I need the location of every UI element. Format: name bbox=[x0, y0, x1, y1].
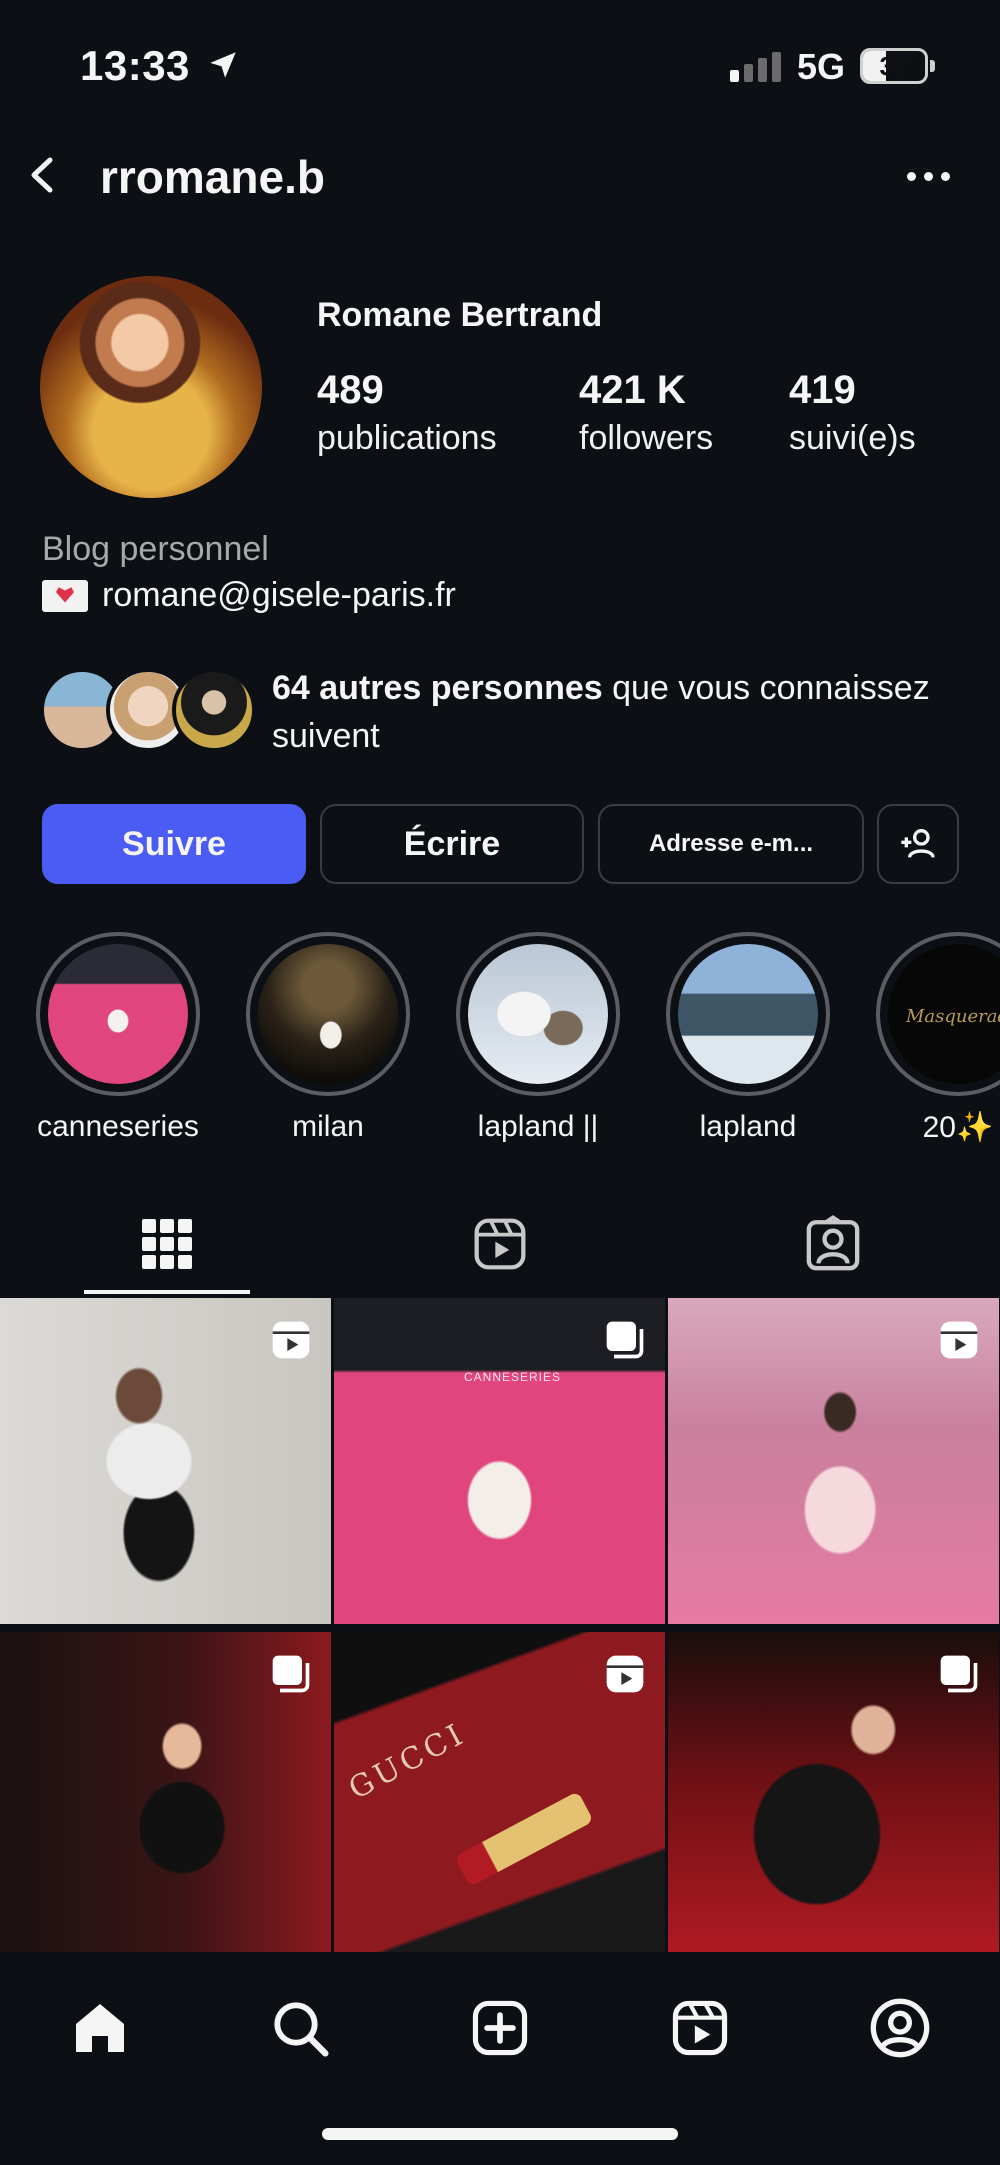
highlight-image: Masquerade B bbox=[888, 944, 1000, 1084]
tagged-person-icon bbox=[806, 1215, 860, 1271]
cellular-signal-icon bbox=[730, 52, 781, 82]
carousel-icon bbox=[606, 1321, 644, 1359]
battery-tip bbox=[930, 60, 935, 72]
battery-level: 37 bbox=[879, 51, 909, 81]
highlight-milan[interactable]: milan bbox=[243, 932, 413, 1144]
bio-email[interactable]: romane@gisele-paris.fr bbox=[102, 576, 456, 615]
email-button[interactable]: Adresse e-m... bbox=[598, 804, 864, 884]
highlight-ring: Masquerade B bbox=[876, 932, 1000, 1096]
stat-followers[interactable]: 421 K followers bbox=[579, 368, 713, 458]
bottom-navigation bbox=[0, 1952, 1000, 2165]
highlight-label: 20✨ bbox=[922, 1111, 994, 1144]
username-title: rromane.b bbox=[100, 151, 325, 203]
nav-search[interactable] bbox=[260, 1988, 340, 2068]
grid-icon bbox=[142, 1219, 192, 1269]
mutual-avatars[interactable] bbox=[40, 668, 260, 754]
add-person-icon bbox=[901, 829, 935, 858]
battery-icon: 37 bbox=[860, 48, 928, 84]
post-thumbnail[interactable] bbox=[668, 1298, 999, 1624]
love-letter-icon bbox=[42, 579, 88, 612]
profile-header: rromane.b bbox=[0, 130, 1000, 220]
post-thumbnail[interactable] bbox=[668, 1632, 999, 1958]
profile-tabs bbox=[0, 1192, 1000, 1296]
mutual-count: 64 autres personnes bbox=[272, 669, 603, 707]
highlight-label: lapland bbox=[699, 1110, 797, 1143]
stat-label: publications bbox=[317, 419, 497, 457]
gucci-text: GUCCI bbox=[343, 1716, 472, 1807]
nav-home[interactable] bbox=[60, 1988, 140, 2068]
profile-avatar[interactable] bbox=[40, 276, 262, 498]
follow-button[interactable]: Suivre bbox=[42, 804, 306, 884]
status-time: 13:33 bbox=[80, 42, 190, 89]
message-button[interactable]: Écrire bbox=[320, 804, 584, 884]
carousel-icon bbox=[940, 1655, 978, 1693]
highlight-image bbox=[678, 944, 818, 1084]
back-arrow-icon[interactable] bbox=[18, 150, 68, 200]
highlight-ring bbox=[666, 932, 830, 1096]
reel-icon bbox=[272, 1321, 310, 1359]
stat-value: 419 bbox=[789, 368, 856, 412]
highlight-lapland-2[interactable]: lapland || bbox=[453, 932, 623, 1144]
highlight-label: canneseries bbox=[37, 1110, 199, 1143]
add-post-icon bbox=[472, 2000, 528, 2056]
stat-value: 421 K bbox=[579, 368, 686, 412]
bio-email-line: romane@gisele-paris.fr bbox=[42, 576, 456, 615]
highlight-ring bbox=[456, 932, 620, 1096]
highlight-lapland[interactable]: lapland bbox=[663, 932, 833, 1144]
post-banner-text: CANNESERIES bbox=[464, 1370, 562, 1384]
search-icon bbox=[274, 2002, 329, 2057]
bio-category: Blog personnel bbox=[42, 530, 269, 568]
masquerade-text: Masquerade B bbox=[906, 1006, 1000, 1027]
reel-icon bbox=[606, 1655, 644, 1693]
highlight-image bbox=[258, 944, 398, 1084]
post-thumbnail[interactable]: CANNESERIES bbox=[334, 1298, 665, 1624]
stat-label: followers bbox=[579, 419, 714, 457]
highlight-ring bbox=[36, 932, 200, 1096]
post-thumbnail[interactable] bbox=[0, 1298, 331, 1624]
carousel-icon bbox=[272, 1655, 310, 1693]
stat-label: suivi(e)s bbox=[789, 419, 916, 457]
stat-publications[interactable]: 489 publications bbox=[317, 368, 497, 458]
highlight-canneseries[interactable]: canneseries bbox=[33, 932, 203, 1144]
highlight-ring bbox=[246, 932, 410, 1096]
reel-icon bbox=[940, 1321, 978, 1359]
tab-tagged[interactable] bbox=[750, 1192, 916, 1296]
tab-grid[interactable] bbox=[84, 1192, 250, 1296]
post-thumbnail[interactable] bbox=[0, 1632, 331, 1958]
profile-icon bbox=[870, 1998, 930, 2058]
nav-create[interactable] bbox=[460, 1988, 540, 2068]
highlight-image bbox=[48, 944, 188, 1084]
home-indicator bbox=[322, 2128, 678, 2140]
highlight-image bbox=[468, 944, 608, 1084]
reels-icon bbox=[474, 1218, 526, 1270]
lipstick bbox=[454, 1791, 594, 1887]
posts-grid: CANNESERIES GUCCI bbox=[0, 1298, 1000, 1958]
active-tab-indicator bbox=[84, 1290, 250, 1294]
more-options-icon[interactable] bbox=[900, 156, 956, 196]
tab-reels[interactable] bbox=[417, 1192, 583, 1296]
network-label: 5G bbox=[797, 46, 846, 87]
stat-following[interactable]: 419 suivi(e)s bbox=[789, 368, 916, 458]
nav-reels[interactable] bbox=[660, 1988, 740, 2068]
stat-value: 489 bbox=[317, 368, 384, 412]
status-bar: 13:33 5G 37 bbox=[0, 0, 1000, 130]
reels-icon bbox=[672, 2000, 728, 2056]
suggest-user-button[interactable] bbox=[877, 804, 959, 884]
nav-profile[interactable] bbox=[860, 1988, 940, 2068]
location-arrow-icon bbox=[210, 52, 236, 78]
highlight-label: milan bbox=[292, 1110, 364, 1143]
mutual-followers-text[interactable]: 64 autres personnes que vous connaissez … bbox=[272, 664, 972, 760]
home-icon bbox=[76, 2004, 124, 2052]
avatar bbox=[172, 668, 256, 752]
post-thumbnail[interactable]: GUCCI bbox=[334, 1632, 665, 1958]
display-name: Romane Bertrand bbox=[317, 296, 603, 334]
highlight-label: lapland || bbox=[477, 1110, 599, 1143]
highlight-20[interactable]: Masquerade B 20✨ bbox=[873, 932, 1000, 1145]
